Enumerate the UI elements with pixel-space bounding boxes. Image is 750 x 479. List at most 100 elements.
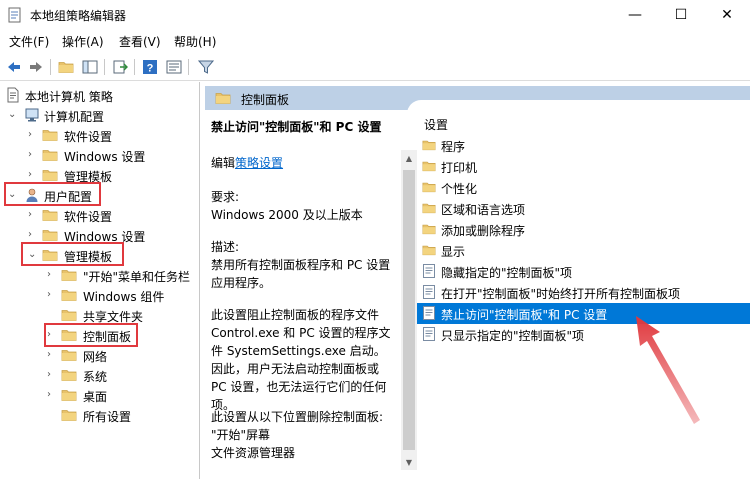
filter-icon[interactable] [196, 57, 216, 77]
list-item-selected[interactable]: 禁止访问"控制面板"和 PC 设置 [417, 303, 750, 324]
show-hide-tree-icon[interactable] [80, 57, 100, 77]
tree-item-uc-software[interactable]: › 软件设置 [0, 205, 199, 225]
chevron-down-icon[interactable]: ⌄ [8, 109, 18, 121]
description-remove: 此设置从以下位置删除控制面板: [211, 410, 384, 424]
edit-policy-link[interactable]: 策略设置 [235, 156, 283, 170]
tree-item-label: 所有设置 [83, 410, 132, 424]
tree-item-all-settings[interactable]: 所有设置 [0, 405, 199, 425]
folder-icon [61, 267, 77, 283]
chevron-right-icon[interactable]: › [47, 289, 57, 301]
folder-icon [61, 287, 77, 303]
folder-icon [422, 222, 436, 236]
highlight-control-panel [44, 323, 138, 347]
tree-item-label: 软件设置 [64, 130, 113, 144]
tree-item-system[interactable]: › 系统 [0, 365, 199, 385]
menu-help[interactable]: 帮助(H) [174, 33, 216, 50]
minimize-button[interactable]: — [612, 0, 658, 30]
settings-column-header[interactable]: 设置 [424, 116, 448, 133]
list-item[interactable]: 区域和语言选项 [417, 198, 750, 219]
list-item-label: 打印机 [441, 161, 478, 175]
description-text: 禁用所有控制面板程序和 PC 设置应用程序。 [211, 258, 391, 290]
toolbar-separator [188, 59, 189, 75]
document-icon [5, 87, 21, 103]
toolbar-separator [104, 59, 105, 75]
menu-file[interactable]: 文件(F) [9, 33, 49, 50]
forward-arrow-icon[interactable] [26, 57, 46, 77]
list-item[interactable]: 程序 [417, 135, 750, 156]
highlight-user-config [4, 182, 101, 206]
toolbar-separator [134, 59, 135, 75]
policy-setting-icon [422, 264, 436, 278]
edit-prefix: 编辑 [211, 156, 236, 170]
edit-line: 编辑策略设置 [211, 154, 401, 172]
list-item[interactable]: 隐藏指定的"控制面板"项 [417, 261, 750, 282]
properties-icon[interactable] [164, 57, 184, 77]
list-item[interactable]: 只显示指定的"控制面板"项 [417, 324, 750, 345]
export-list-icon[interactable] [110, 57, 130, 77]
folder-icon [61, 367, 77, 383]
list-item-label: 禁止访问"控制面板"和 PC 设置 [441, 308, 608, 322]
help-icon[interactable]: ? [140, 57, 160, 77]
location-explorer: 文件资源管理器 [211, 446, 296, 460]
console-tree: 本地计算机 策略 ⌄ 计算机配置 › 软件设置 › Windows 设置 › 管… [0, 82, 200, 479]
list-item-label: 隐藏指定的"控制面板"项 [441, 266, 573, 280]
tree-item-cc-software[interactable]: › 软件设置 [0, 125, 199, 145]
chevron-right-icon[interactable]: › [47, 269, 57, 281]
tree-item-label: 桌面 [83, 390, 108, 404]
chevron-right-icon[interactable]: › [47, 349, 57, 361]
chevron-right-icon[interactable]: › [28, 169, 38, 181]
close-button[interactable]: ✕ [704, 0, 750, 30]
list-item[interactable]: 添加或删除程序 [417, 219, 750, 240]
menu-action[interactable]: 操作(A) [62, 33, 104, 50]
list-item-label: 显示 [441, 245, 466, 259]
policy-setting-icon [422, 327, 436, 341]
chevron-right-icon[interactable]: › [28, 229, 38, 241]
tree-item-network[interactable]: › 网络 [0, 345, 199, 365]
tree-item-start-menu[interactable]: › "开始"菜单和任务栏 [0, 265, 199, 285]
list-item[interactable]: 打印机 [417, 156, 750, 177]
detail-header-title: 控制面板 [241, 93, 290, 107]
tree-item-label: 网络 [83, 350, 108, 364]
tree-item-label: 本地计算机 策略 [25, 90, 113, 104]
folder-icon [42, 127, 58, 143]
maximize-button[interactable]: ☐ [658, 0, 704, 30]
chevron-right-icon[interactable]: › [28, 149, 38, 161]
tree-item-local-policy[interactable]: 本地计算机 策略 [0, 85, 199, 105]
settings-list: 设置 程序 打印机 个性化 区域和语言选项 添加或删除程序 显示 隐藏指定的"控… [417, 114, 750, 479]
back-arrow-icon[interactable] [4, 57, 24, 77]
chevron-right-icon[interactable]: › [28, 129, 38, 141]
list-item[interactable]: 在打开"控制面板"时始终打开所有控制面板项 [417, 282, 750, 303]
description-scrollbar[interactable]: ▲ ▼ [401, 150, 417, 470]
requirements-value: Windows 2000 及以上版本 [211, 208, 363, 222]
tree-item-shared-folders[interactable]: 共享文件夹 [0, 305, 199, 325]
policy-setting-icon [422, 306, 436, 320]
tree-item-desktop[interactable]: › 桌面 [0, 385, 199, 405]
menu-view[interactable]: 查看(V) [119, 33, 161, 50]
folder-icon [422, 243, 436, 257]
list-item[interactable]: 显示 [417, 240, 750, 261]
window-title: 本地组策略编辑器 [30, 9, 127, 23]
list-item[interactable]: 个性化 [417, 177, 750, 198]
list-item-label: 在打开"控制面板"时始终打开所有控制面板项 [441, 287, 681, 301]
up-folder-icon[interactable] [56, 57, 76, 77]
tree-item-label: 计算机配置 [44, 110, 105, 124]
chevron-right-icon[interactable]: › [28, 209, 38, 221]
chevron-right-icon[interactable]: › [47, 369, 57, 381]
scroll-up-icon[interactable]: ▲ [401, 150, 417, 166]
highlight-admin-templates [21, 242, 124, 266]
title-bar: 本地组策略编辑器 — ☐ ✕ [0, 0, 750, 30]
tree-item-windows-components[interactable]: › Windows 组件 [0, 285, 199, 305]
scroll-thumb[interactable] [403, 170, 415, 450]
tree-item-label: Windows 组件 [83, 290, 165, 304]
tab-divider [407, 100, 750, 114]
scroll-down-icon[interactable]: ▼ [401, 454, 417, 470]
tree-item-cc-windows[interactable]: › Windows 设置 [0, 145, 199, 165]
computer-icon [24, 107, 40, 123]
list-item-label: 个性化 [441, 182, 478, 196]
menu-bar: 文件(F) 操作(A) 查看(V) 帮助(H) [0, 30, 750, 52]
tree-item-computer-config[interactable]: ⌄ 计算机配置 [0, 105, 199, 125]
folder-icon [61, 307, 77, 323]
chevron-right-icon[interactable]: › [47, 389, 57, 401]
requirements-label: 要求: [211, 190, 240, 204]
folder-icon [422, 138, 436, 152]
